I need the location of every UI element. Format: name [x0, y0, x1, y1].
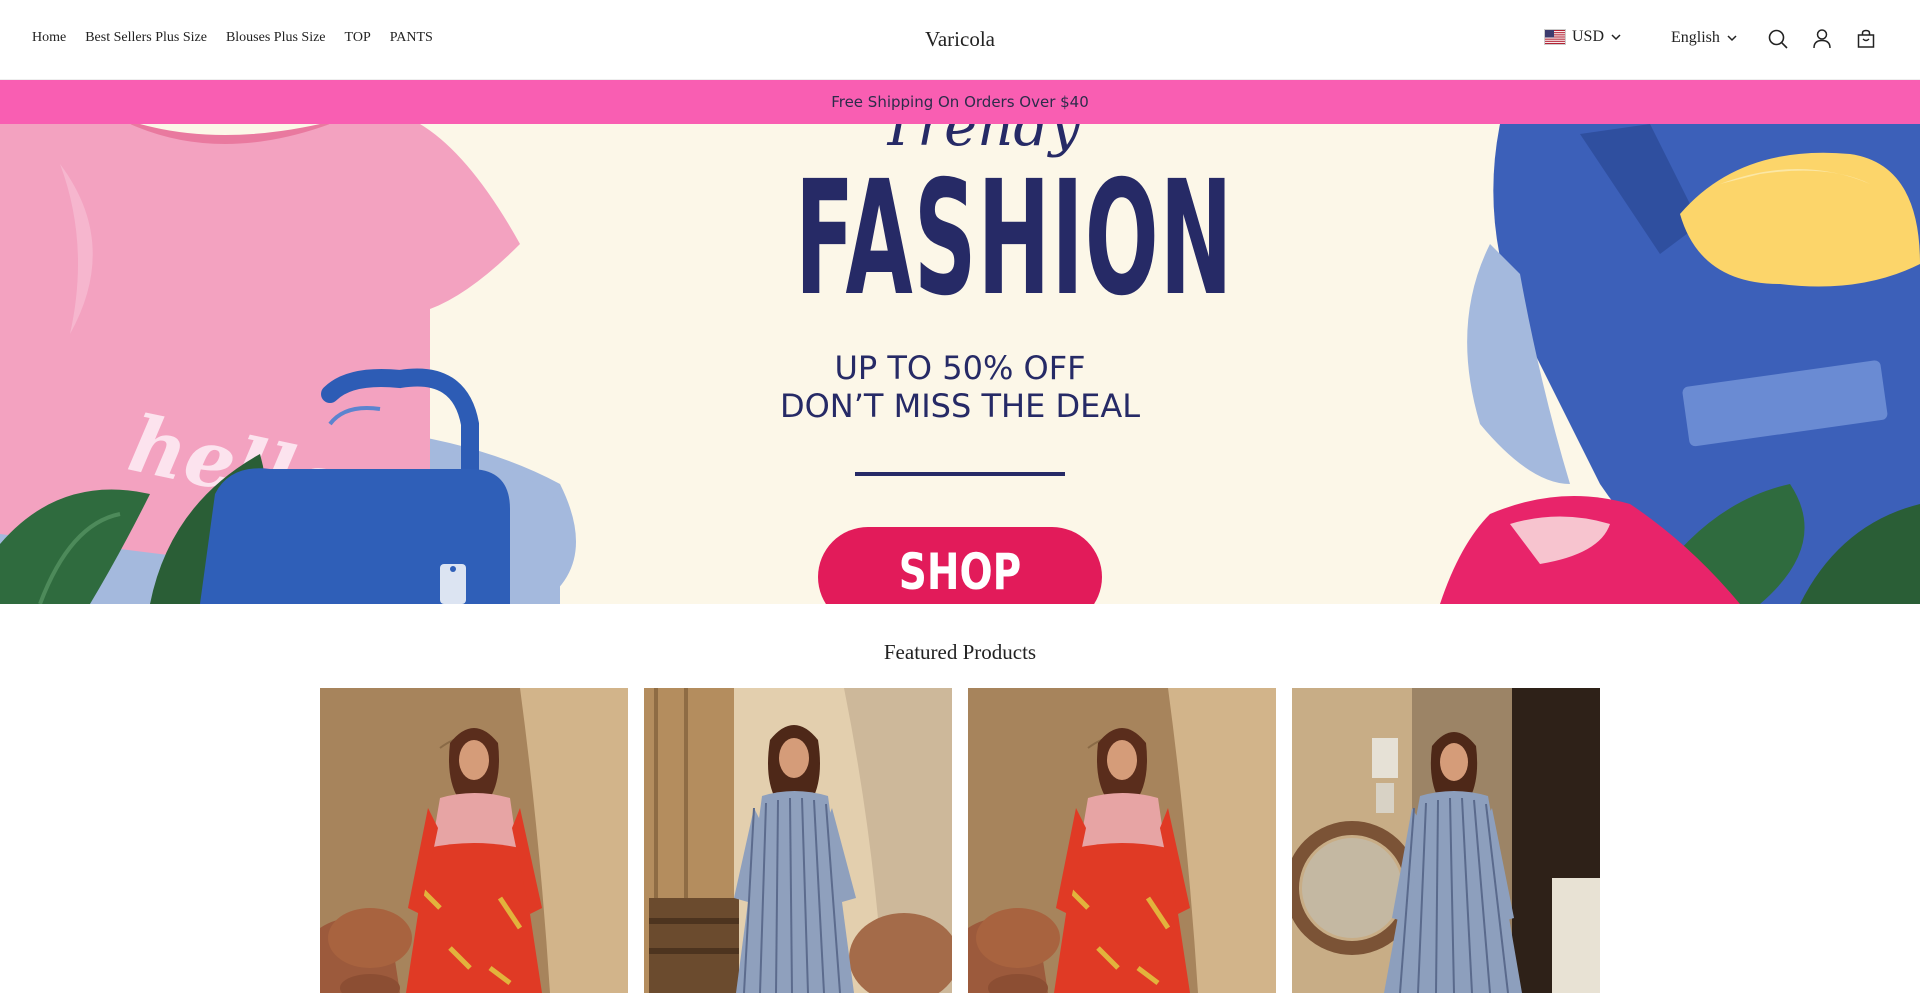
shop-now-button[interactable]: SHOP NOW [818, 527, 1102, 604]
account-icon[interactable] [1811, 28, 1833, 50]
chevron-down-icon [1611, 34, 1621, 41]
nav-item-best-sellers-plus-size[interactable]: Best Sellers Plus Size [85, 30, 207, 46]
shop-now-label: SHOP NOW [898, 543, 1022, 601]
hero-subline-1: UP TO 50% OFF [834, 349, 1086, 387]
product-card[interactable] [644, 688, 952, 993]
announcement-text: Free Shipping On Orders Over $40 [831, 93, 1089, 111]
brand-logo[interactable]: Varicola [925, 0, 995, 79]
nav-item-home[interactable]: Home [32, 30, 66, 46]
us-flag-icon [1544, 29, 1566, 45]
hero-headline: FASHION [795, 147, 1234, 331]
product-grid [320, 688, 1600, 993]
cart-icon[interactable] [1855, 28, 1877, 50]
currency-selector[interactable]: USD [1544, 28, 1622, 46]
hero-subline-2: DON’T MISS THE DEAL [779, 387, 1141, 425]
product-card[interactable] [1292, 688, 1600, 993]
nav-item-pants[interactable]: PANTS [390, 30, 433, 46]
woman-blue-striped-dress-photo [644, 688, 952, 993]
chevron-down-icon [1727, 35, 1737, 42]
nav-item-top[interactable]: TOP [345, 30, 371, 46]
announcement-bar: Free Shipping On Orders Over $40 [0, 80, 1920, 124]
woman-blue-striped-long-dress-photo [1292, 688, 1600, 993]
woman-red-floral-dress-photo [968, 688, 1276, 993]
site-header: Home Best Sellers Plus Size Blouses Plus… [0, 0, 1920, 80]
search-icon[interactable] [1767, 28, 1789, 50]
nav-item-blouses-plus-size[interactable]: Blouses Plus Size [226, 30, 326, 46]
language-selector[interactable]: English [1671, 29, 1738, 47]
currency-label: USD [1572, 28, 1605, 45]
language-label: English [1671, 29, 1720, 46]
main-nav: Home Best Sellers Plus Size Blouses Plus… [32, 0, 452, 77]
woman-red-floral-dress-photo [320, 688, 628, 993]
product-card[interactable] [320, 688, 628, 993]
hero-banner[interactable]: hello Trendy FASHION UP TO 50% OFF DON’T… [0, 124, 1920, 604]
product-card[interactable] [968, 688, 1276, 993]
featured-products-title: Featured Products [883, 640, 1037, 664]
